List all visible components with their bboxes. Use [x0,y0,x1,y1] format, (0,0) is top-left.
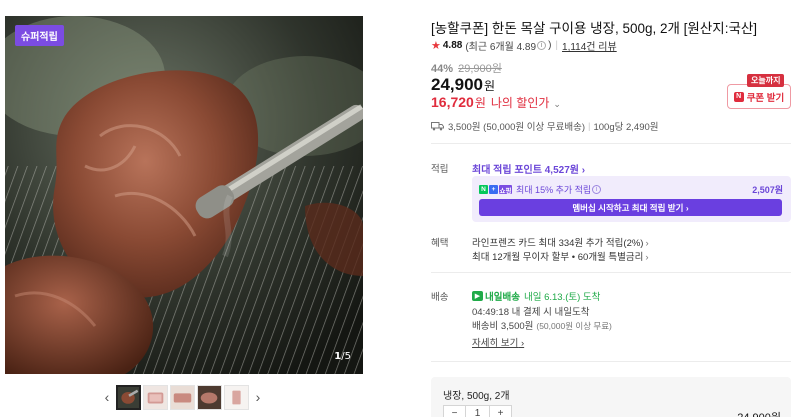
delivery-fee-line: 배송비 3,500원 (50,000원 이상 무료) [472,318,612,332]
naver-plus-badge: N + 쇼핑 [479,185,512,195]
thumbnail-5[interactable] [224,384,249,410]
chevron-right-icon: › [520,338,525,349]
rating-score: 4.88 [442,40,463,51]
quantity-decrease-button[interactable]: − [443,405,466,417]
np-badge-shop: 쇼핑 [499,185,512,195]
extra-points-amount: 2,507원 [752,185,783,195]
sale-price-unit: 원 [484,79,496,93]
chevron-down-icon: ⌄ [553,99,561,109]
star-icon: ★ [431,40,441,52]
membership-points-box: N + 쇼핑 최대 15% 추가 적립 i 2,507원 멤버십 시작하고 최대… [472,176,791,222]
get-coupon-button[interactable]: N 쿠폰 받기 [727,84,791,109]
divider-bar: | [555,40,559,51]
points-section-label: 적립 [431,164,449,175]
delivery-section-label: 배송 [431,292,449,303]
today-only-badge: 오늘까지 [747,74,785,87]
installment-benefit-link[interactable]: 최대 12개월 무이자 할부 • 60개월 특별금리 › [472,249,649,263]
product-info-panel: [농할쿠폰] 한돈 목살 구이용 냉장, 500g, 2개 [원산지:국산] ★… [431,0,800,417]
extra-points-row: N + 쇼핑 최대 15% 추가 적립 i 2,507원 [479,183,783,196]
info-icon[interactable]: i [592,185,602,194]
shipping-fee: 3,500원 (50,000원 이상 무료배송) [448,122,585,133]
tomorrow-badge-label: 내일배송 [485,292,520,303]
membership-button-label: 멤버십 시작하고 최대 적립 받기 [572,202,684,213]
thumbnail-strip: ‹ › [100,383,265,411]
chevron-right-icon: › [645,238,649,249]
thumbnail-3[interactable] [170,384,195,410]
thumbnail-prev-button[interactable]: ‹ [100,383,114,411]
coupon-n-icon: N [733,91,744,102]
delivery-headline: ▶ 내일배송 내일 6.13.(토) 도착 [472,289,600,303]
card-benefit-link[interactable]: 라인프렌즈 카드 최대 334원 추가 적립(2%) › [472,235,649,249]
card-benefit-text: 라인프렌즈 카드 최대 334원 추가 적립(2%) [472,238,644,249]
start-membership-button[interactable]: 멤버십 시작하고 최대 적립 받기 › [479,199,782,216]
product-image-gallery[interactable]: 슈퍼적립 1/5 [5,16,363,374]
benefits-section-label: 혜택 [431,238,449,249]
option-name: 냉장, 500g, 2개 [443,391,510,402]
tomorrow-delivery-badge: ▶ 내일배송 [472,289,520,303]
thumbnail-4[interactable] [197,384,222,410]
my-price-value: 16,720 [431,94,474,110]
delivery-fee-note: (50,000원 이상 무료) [536,321,612,331]
section-divider [431,272,791,273]
review-count-link[interactable]: 1,114건 리뷰 [562,38,617,53]
max-points-text: 최대 적립 포인트 4,527원 [472,165,579,176]
chevron-right-icon: › [685,202,689,213]
my-discount-price[interactable]: 16,720 원 나의 할인가 ⌄ [431,94,561,111]
chevron-left-icon: ‹ [104,389,110,405]
my-price-label: 나의 할인가 [490,96,550,110]
coupon-button-label: 쿠폰 받기 [746,92,785,104]
rating-recent-close: ) [548,40,552,51]
delivery-detail-link[interactable]: 자세히 보기 › [472,335,524,349]
super-reward-badge: 슈퍼적립 [15,25,64,46]
info-icon[interactable]: i [537,41,547,50]
shipping-summary: 3,500원 (50,000원 이상 무료배송) | 100g당 2,490원 [431,119,659,133]
thumbnail-2[interactable] [143,384,168,410]
quantity-value[interactable]: 1 [466,405,489,417]
section-divider [431,361,791,362]
discount-row: 44% 29,900원 [431,60,502,76]
delivery-fee: 배송비 3,500원 [472,321,534,332]
divider-bar: | [588,120,591,132]
extra-points-text: 최대 15% 추가 적립 [516,185,592,195]
unit-price: 100g당 2,490원 [593,122,659,133]
quantity-increase-button[interactable]: + [489,405,512,417]
section-divider [431,143,791,144]
option-price: 24,900원 [737,409,781,417]
my-price-unit: 원 [474,96,486,110]
image-counter: 1/5 [334,351,351,362]
product-main-image[interactable] [5,16,363,374]
sale-price-value: 24,900 [431,75,483,94]
np-badge-n: N [479,185,488,194]
chevron-right-icon: › [645,252,649,263]
original-price: 29,900원 [458,63,502,75]
thumbnail-next-button[interactable]: › [251,383,265,411]
quantity-stepper: − 1 + [443,405,512,417]
delivery-date: 내일 6.13.(토) 도착 [523,292,601,303]
rating-row: ★ 4.88 (최근 6개월 4.89 i ) | 1,114건 리뷰 [431,38,617,53]
discount-rate: 44% [431,63,454,75]
truck-icon [431,122,444,131]
product-title: [농할쿠폰] 한돈 목살 구이용 냉장, 500g, 2개 [원산지:국산] [431,21,758,36]
selected-option-box: 냉장, 500g, 2개 − 1 + 24,900원 [431,377,791,417]
max-points-link[interactable]: 최대 적립 포인트 4,527원 › [472,161,585,176]
truck-icon: ▶ [472,291,483,301]
chevron-right-icon: › [255,389,261,405]
installment-text: 최대 12개월 무이자 할부 • 60개월 특별금리 [472,252,644,263]
np-badge-plus: + [489,185,498,194]
chevron-right-icon: › [581,165,586,176]
thumbnail-1[interactable] [116,384,141,410]
rating-recent: (최근 6개월 4.89 [465,42,537,53]
delivery-cutoff: 04:49:18 내 결제 시 내일도착 [472,307,590,318]
sale-price: 24,900원 [431,75,495,95]
image-counter-total: /5 [341,351,351,362]
detail-link-label: 자세히 보기 [472,338,519,349]
